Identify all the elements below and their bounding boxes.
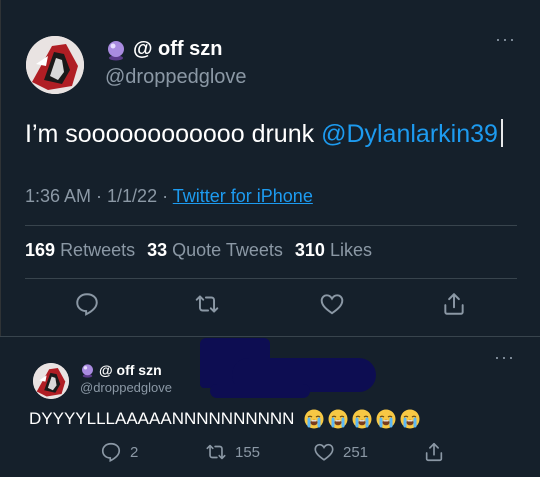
retweets-count: 169 [25,240,56,260]
like-count: 251 [343,443,369,461]
share-icon [425,442,443,462]
retweets-label: Retweets [60,240,136,260]
reply-username[interactable]: @droppedglove [80,380,172,395]
main-tweet: @ off szn @droppedglove ··· I’m sooooooo… [0,0,540,336]
retweet-icon [206,444,226,460]
display-name: @ off szn [133,38,223,60]
reply-count: 2 [130,443,139,461]
reply-text: DYYYYLLLAAAAANNNNNNNNNN [29,409,420,429]
reply-share-button[interactable] [423,441,445,463]
heart-icon [320,294,344,315]
crystal-ball-icon [108,40,124,60]
retweet-button[interactable] [191,288,223,320]
reply-avatar[interactable] [33,363,69,399]
avatar[interactable] [26,36,84,94]
avatar-image [33,363,69,399]
reply-more-options-icon[interactable]: ··· [494,348,515,366]
avatar-image [26,36,84,94]
reply-display-name: @ off szn [99,362,162,378]
source-link[interactable]: Twitter for iPhone [173,186,313,206]
reply-body: DYYYYLLLAAAAANNNNNNNNNN [29,409,295,428]
reply-like-button[interactable]: 251 [313,441,368,463]
quotes-label: Quote Tweets [172,240,283,260]
more-options-icon[interactable]: ··· [495,30,516,48]
reply-author-name-row[interactable]: @ off szn [80,362,162,378]
retweets-stat[interactable]: 169 Retweets [25,240,135,261]
divider [25,278,517,279]
quotes-count: 33 [147,240,168,260]
timestamp[interactable]: 1:36 AM · 1/1/22 · [25,186,168,206]
loudly-crying-face-emoji [304,409,324,429]
divider [25,225,517,226]
likes-label: Likes [329,240,372,260]
emoji-row [300,409,420,429]
heart-icon [314,443,334,461]
loudly-crying-face-emoji [328,409,348,429]
tweet-body: I’m soooooooooooo drunk [25,120,315,148]
reply-reply-button[interactable]: 2 [100,441,138,463]
likes-count: 310 [294,240,325,260]
retweet-count: 155 [235,443,261,461]
reply-icon [101,442,121,463]
like-button[interactable] [316,288,348,320]
reply-retweet-button[interactable]: 155 [205,441,260,463]
username[interactable]: @droppedglove [105,66,247,89]
reply-button[interactable] [71,288,103,320]
text-cursor [500,119,503,147]
share-button[interactable] [438,288,470,320]
reply-icon [76,293,98,316]
loudly-crying-face-emoji [352,409,372,429]
share-icon [444,293,464,315]
loudly-crying-face-emoji [376,409,396,429]
tweet-text: I’m soooooooooooo drunk @Dylanlarkin39 [25,119,503,149]
tweet-separator [0,336,540,337]
quotes-stat[interactable]: 33 Quote Tweets [147,240,283,261]
tweet-meta: 1:36 AM · 1/1/22 · Twitter for iPhone [25,186,313,207]
mention-link[interactable]: @Dylanlarkin39 [321,120,498,148]
likes-stat[interactable]: 310 Likes [295,240,372,261]
crystal-ball-icon [82,363,93,378]
retweet-icon [195,295,219,313]
engagement-stats: 169 Retweets 33 Quote Tweets 310 Likes [25,240,372,261]
redaction-mark [210,384,310,398]
loudly-crying-face-emoji [400,409,420,429]
author-name-row[interactable]: @ off szn [105,38,223,61]
